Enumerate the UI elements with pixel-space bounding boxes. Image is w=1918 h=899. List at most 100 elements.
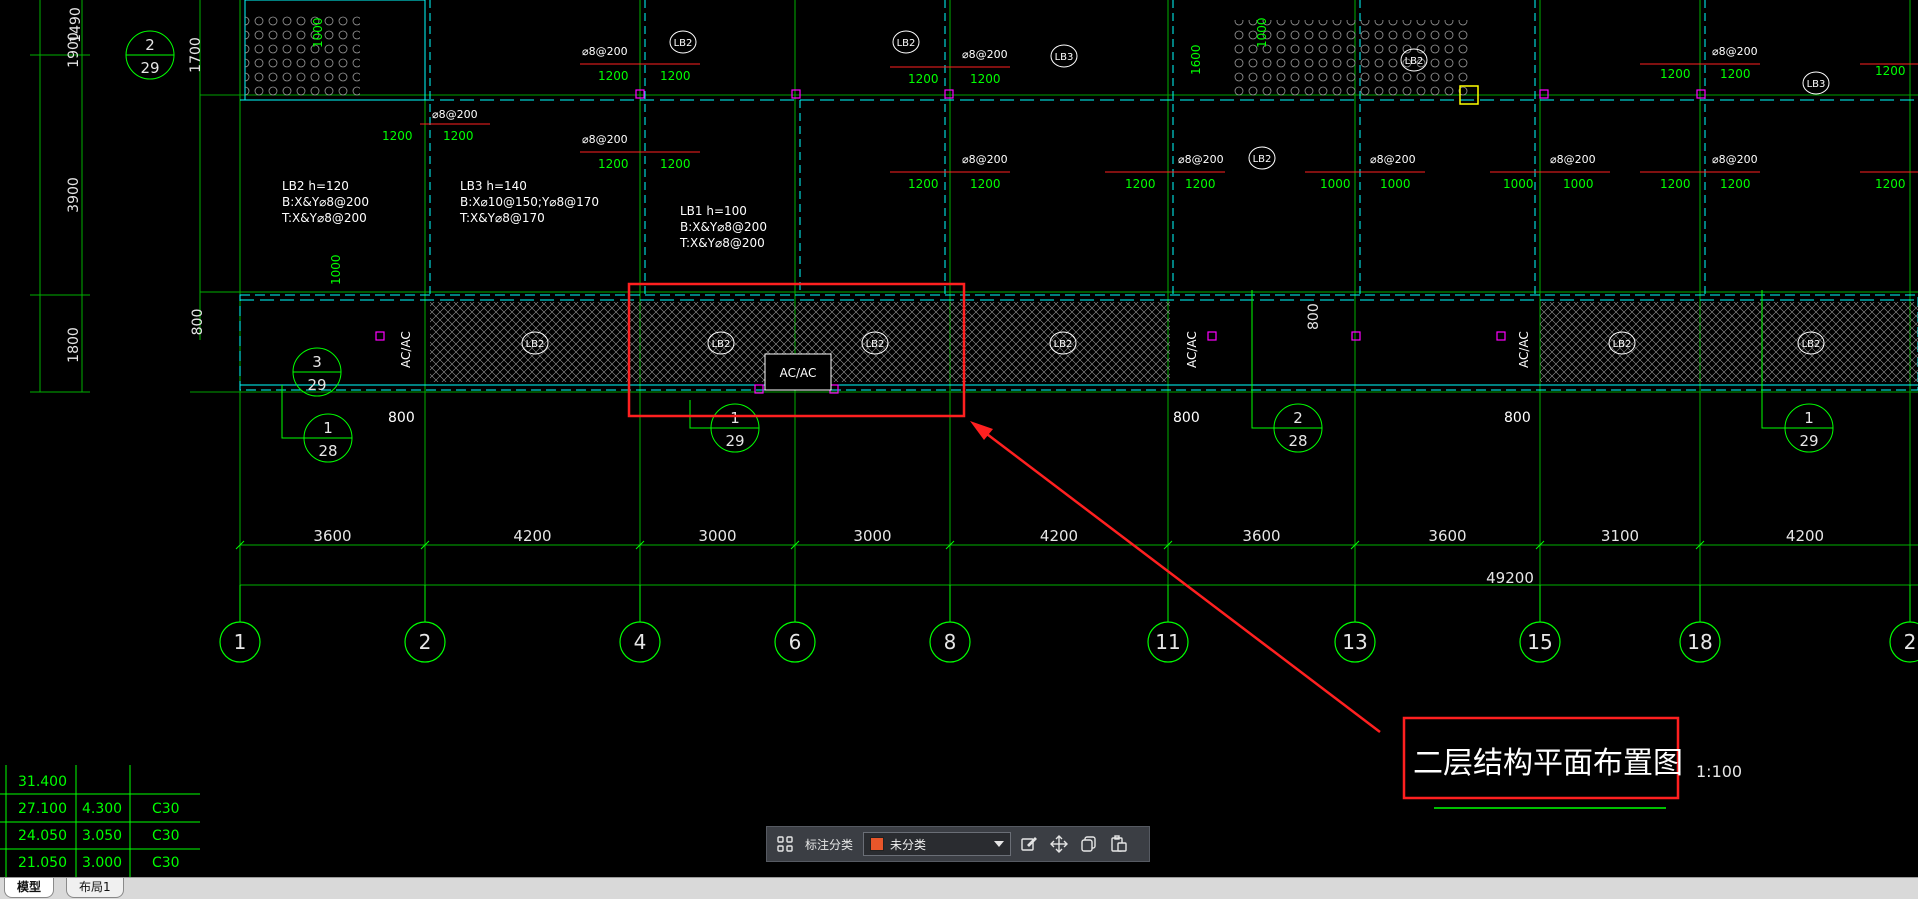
- svg-text:1200: 1200: [908, 177, 939, 191]
- lb2-note-3: T:X&Y⌀8@200: [281, 211, 367, 225]
- dimension-label: 3100: [1601, 527, 1639, 545]
- svg-text:1200: 1200: [1660, 177, 1691, 191]
- lb1-note-1: LB1 h=100: [680, 204, 747, 218]
- svg-text:LB2: LB2: [1253, 154, 1272, 165]
- dimension-label: 3600: [313, 527, 351, 545]
- rebar-label: ⌀8@200: [582, 45, 628, 58]
- axis-bubble-18: 18: [1679, 585, 1721, 663]
- layout-tab-bar: 模型 布局1: [0, 877, 1918, 899]
- rebar-label: ⌀8@200: [1178, 153, 1224, 166]
- toolbar-label: 标注分类: [805, 837, 854, 852]
- svg-text:AC/AC: AC/AC: [1517, 331, 1531, 368]
- ac-tag-box-label: AC/AC: [780, 366, 817, 380]
- grid-icon[interactable]: [773, 832, 797, 856]
- elevation-cell: 31.400: [18, 774, 67, 790]
- rebar-label: ⌀8@200: [1370, 153, 1416, 166]
- svg-text:3: 3: [312, 353, 322, 371]
- svg-text:LB3: LB3: [1807, 79, 1826, 90]
- dimension-label: 3000: [698, 527, 736, 545]
- rebar-label: ⌀8@200: [962, 153, 1008, 166]
- elevation-cell: 3.000: [82, 855, 122, 871]
- svg-text:LB2: LB2: [1405, 56, 1424, 67]
- svg-text:1900: 1900: [66, 32, 82, 68]
- svg-text:1: 1: [234, 630, 247, 654]
- dim-800-rotated: 800: [1306, 303, 1322, 330]
- svg-text:1200: 1200: [1720, 67, 1751, 81]
- lb1-note-2: B:X&Y⌀8@200: [680, 220, 767, 234]
- cad-drawing-canvas[interactable]: 1490 1900 3900 1800 1700 800 LB2 h=120 B…: [0, 0, 1918, 877]
- lb3-note-2: B:X⌀10@150;Y⌀8@170: [460, 195, 599, 209]
- category-select[interactable]: 未分类: [863, 832, 1012, 856]
- lb2-note-2: B:X&Y⌀8@200: [282, 195, 369, 209]
- svg-text:2: 2: [419, 630, 432, 654]
- svg-text:1200: 1200: [598, 69, 629, 83]
- svg-text:1000: 1000: [311, 17, 325, 48]
- svg-text:LB2: LB2: [1802, 339, 1821, 350]
- tab-model[interactable]: 模型: [4, 878, 55, 898]
- lb3-note-3: T:X&Y⌀8@170: [459, 211, 545, 225]
- axis-bubble-4: 4: [619, 585, 661, 663]
- svg-text:1: 1: [1804, 409, 1814, 427]
- tab-layout1[interactable]: 布局1: [66, 878, 124, 898]
- svg-text:1800: 1800: [66, 327, 82, 363]
- lb2-note-1: LB2 h=120: [282, 179, 349, 193]
- svg-text:800: 800: [1173, 410, 1200, 426]
- edit-icon[interactable]: [1017, 832, 1041, 856]
- svg-text:LB2: LB2: [897, 38, 916, 49]
- detail-marks: [125, 30, 1834, 463]
- svg-text:29: 29: [1799, 432, 1818, 450]
- svg-text:1000: 1000: [1380, 177, 1411, 191]
- svg-text:1200: 1200: [908, 72, 939, 86]
- left-dimensions: 1490 1900 3900 1800 1700 800: [66, 7, 206, 363]
- svg-text:1200: 1200: [970, 177, 1001, 191]
- move-icon[interactable]: [1047, 832, 1071, 856]
- axis-bubble-1: 1: [219, 585, 261, 663]
- axis-bubble-2: 2: [1889, 585, 1918, 663]
- svg-text:2: 2: [145, 36, 155, 54]
- svg-text:1200: 1200: [1875, 177, 1906, 191]
- elevation-cell: 4.300: [82, 801, 122, 817]
- dimension-label: 4200: [1786, 527, 1824, 545]
- svg-text:18: 18: [1687, 630, 1712, 654]
- svg-text:3900: 3900: [66, 177, 82, 213]
- svg-text:1200: 1200: [598, 157, 629, 171]
- svg-text:29: 29: [725, 432, 744, 450]
- svg-text:1200: 1200: [1875, 64, 1906, 78]
- svg-text:LB2: LB2: [674, 38, 693, 49]
- dimension-label: 3600: [1428, 527, 1466, 545]
- callout-arrow-line: [974, 424, 1381, 733]
- lb3-note-1: LB3 h=140: [460, 179, 527, 193]
- copy-icon[interactable]: [1077, 832, 1101, 856]
- paste-icon[interactable]: [1107, 832, 1131, 856]
- svg-text:15: 15: [1527, 630, 1552, 654]
- svg-text:1000: 1000: [1320, 177, 1351, 191]
- dimension-label: 4200: [513, 527, 551, 545]
- svg-text:2: 2: [1293, 409, 1303, 427]
- total-dimension: 49200: [1486, 569, 1534, 587]
- svg-text:LB2: LB2: [1054, 339, 1073, 350]
- rebar-annotations: ⌀8@200 ⌀8@200 ⌀8@200 ⌀8@200 ⌀8@200 ⌀8@20…: [311, 17, 1918, 285]
- svg-text:1200: 1200: [382, 129, 413, 143]
- elevation-cell: 24.050: [18, 828, 67, 844]
- svg-text:1200: 1200: [1720, 177, 1751, 191]
- svg-text:LB2: LB2: [866, 339, 885, 350]
- axis-bubble-2: 2: [404, 585, 446, 663]
- svg-text:AC/AC: AC/AC: [399, 331, 413, 368]
- svg-text:29: 29: [307, 376, 326, 394]
- elevation-cell: 3.050: [82, 828, 122, 844]
- axis-bubble-8: 8: [929, 585, 971, 663]
- axis-bubble-6: 6: [774, 585, 816, 663]
- dimension-label: 4200: [1040, 527, 1078, 545]
- svg-text:800: 800: [1306, 303, 1322, 330]
- svg-text:800: 800: [190, 309, 206, 336]
- svg-text:1200: 1200: [970, 72, 1001, 86]
- rebar-label: ⌀8@200: [962, 48, 1008, 61]
- svg-text:28: 28: [318, 442, 337, 460]
- axis-bubbles: 1 2 4 6 8 11 13 15 18 2: [219, 585, 1918, 663]
- dim-800-labels: 800 800 800: [388, 410, 1531, 426]
- svg-text:1700: 1700: [188, 37, 204, 73]
- elevation-cell: C30: [152, 828, 180, 844]
- elevation-cell: 27.100: [18, 801, 67, 817]
- dimension-label: 3600: [1242, 527, 1280, 545]
- elevation-cell: 21.050: [18, 855, 67, 871]
